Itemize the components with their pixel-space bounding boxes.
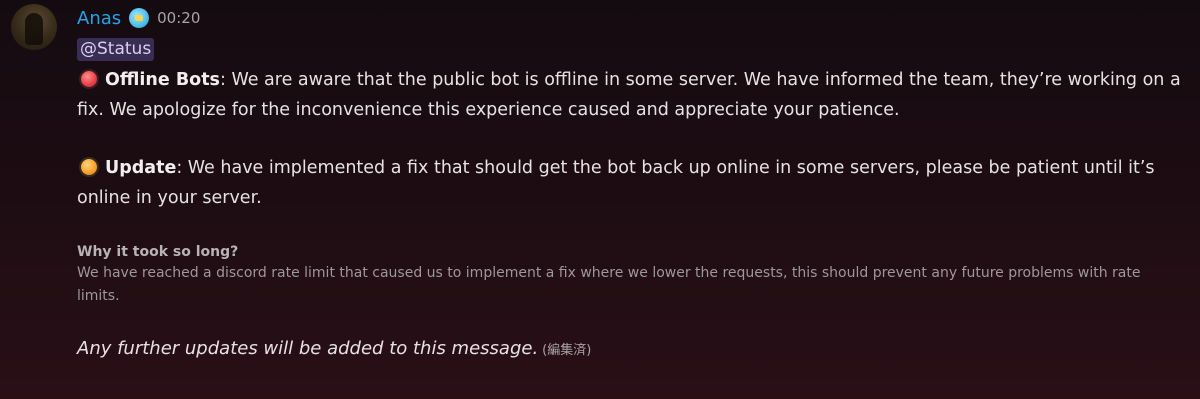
red-circle-icon — [81, 71, 97, 87]
edited-marker: (編集済) — [542, 343, 592, 358]
why-heading: Why it took so long? — [77, 244, 239, 260]
update-text: : We have implemented a fix that should … — [77, 158, 1155, 208]
mention-row: @Status — [77, 36, 1186, 61]
message-timestamp[interactable]: 00:20 — [157, 9, 200, 27]
chat-message: Anas 00:20 @Status Offline Bots: We are … — [0, 0, 1200, 399]
offline-title: Offline Bots — [105, 70, 220, 90]
offline-text: : We are aware that the public bot is of… — [77, 70, 1181, 120]
why-text: We have reached a discord rate limit tha… — [77, 265, 1141, 304]
author-username[interactable]: Anas — [77, 8, 121, 29]
orange-circle-icon — [81, 159, 97, 175]
avatar-figure — [25, 13, 43, 45]
footer-text: Any further updates will be added to thi… — [77, 338, 539, 359]
bird-badge-icon — [129, 8, 150, 28]
footer-note: Any further updates will be added to thi… — [77, 336, 1186, 364]
offline-paragraph: Offline Bots: We are aware that the publ… — [77, 65, 1186, 125]
update-paragraph: Update: We have implemented a fix that s… — [77, 153, 1186, 213]
message-content: Anas 00:20 @Status Offline Bots: We are … — [77, 0, 1186, 364]
update-title: Update — [105, 158, 177, 178]
role-mention[interactable]: @Status — [77, 38, 155, 61]
avatar[interactable] — [11, 4, 57, 50]
message-header: Anas 00:20 — [77, 0, 1186, 36]
